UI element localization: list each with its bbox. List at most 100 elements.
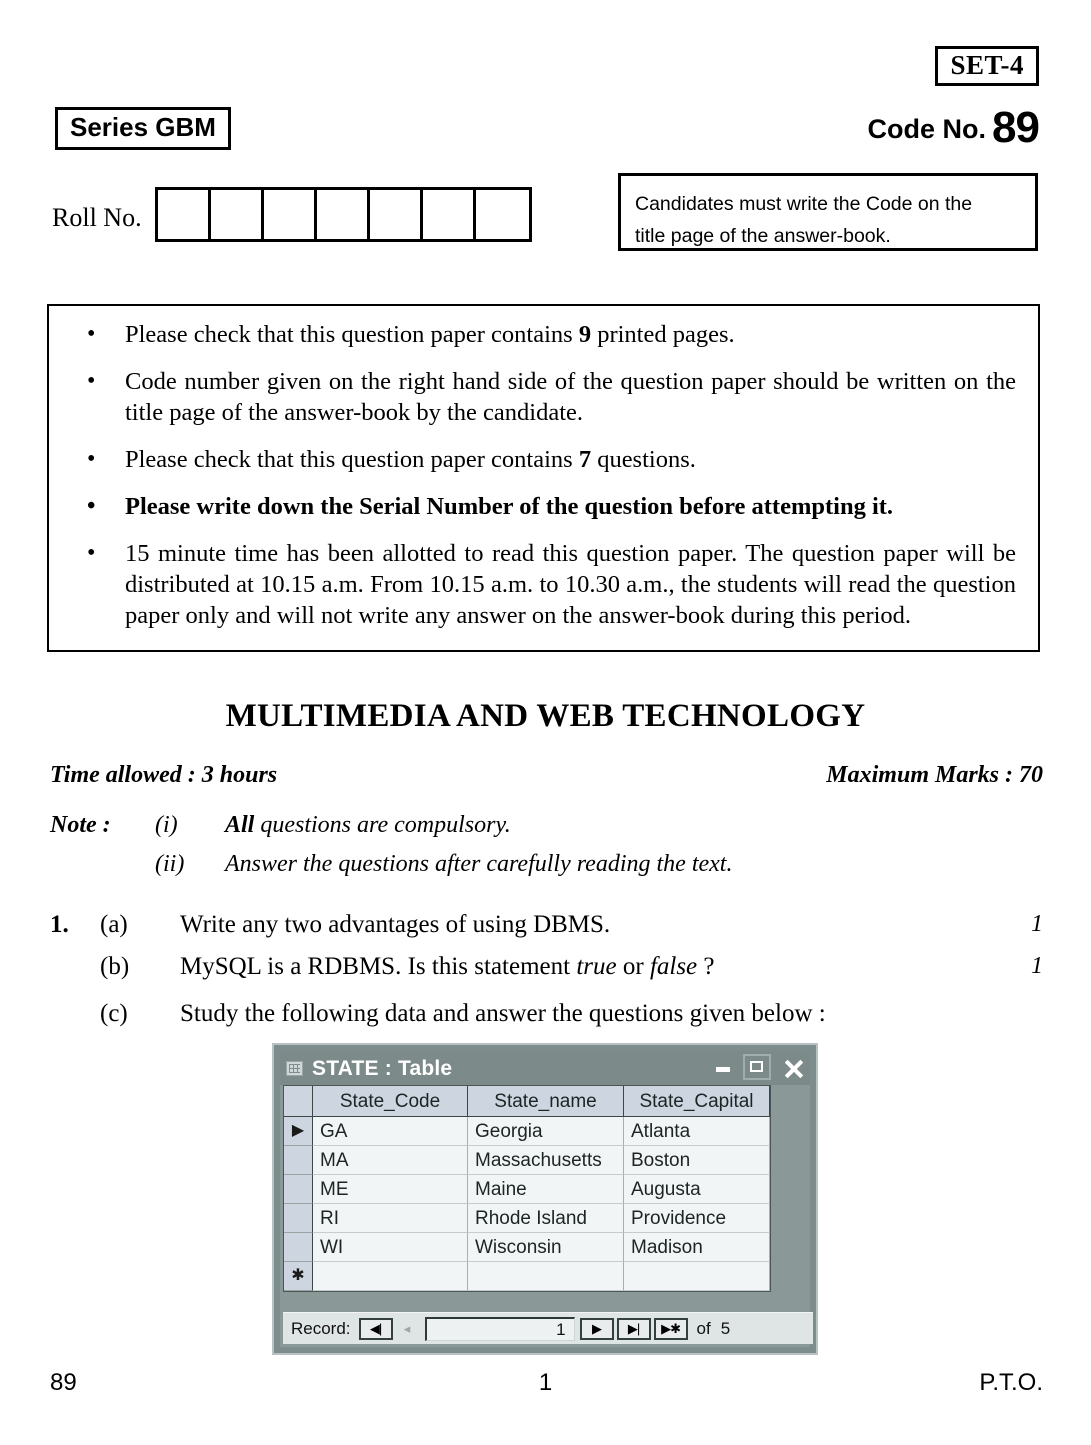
current-record-field[interactable]: 1 [424, 1316, 575, 1341]
maximum-marks: Maximum Marks : 70 [826, 762, 1043, 788]
question-part-b: (b) MySQL is a RDBMS. Is this statement … [100, 953, 940, 985]
last-record-button[interactable]: ▶| [616, 1317, 651, 1340]
table-cell[interactable]: Massachusetts [468, 1146, 624, 1175]
question-part-label: (c) [100, 1000, 128, 1027]
next-record-button[interactable]: ▶ [579, 1317, 614, 1340]
table-row[interactable]: WI Wisconsin Madison [284, 1233, 770, 1262]
table-row[interactable]: MA Massachusetts Boston [284, 1146, 770, 1175]
row-selector[interactable] [284, 1175, 313, 1204]
table-row[interactable]: ▶ GA Georgia Atlanta [284, 1117, 770, 1146]
row-selector-new-record[interactable]: ✱ [284, 1262, 313, 1291]
roll-no-grid[interactable] [155, 187, 532, 242]
row-selector[interactable] [284, 1146, 313, 1175]
roll-no-cell[interactable] [476, 190, 529, 239]
minimize-icon[interactable] [708, 1054, 736, 1080]
column-header-state-name[interactable]: State_name [468, 1086, 624, 1117]
instruction-text-pre: Code number given on the right hand side… [125, 367, 1016, 426]
previous-record-button[interactable]: ◂ [396, 1318, 418, 1340]
table-cell[interactable]: Georgia [468, 1117, 624, 1146]
bullet-icon: • [87, 367, 96, 394]
instruction-text-strong: 7 [578, 445, 592, 473]
time-allowed: Time allowed : 3 hours [50, 762, 278, 788]
code-no-value: 89 [992, 103, 1040, 152]
instruction-item: • Please check that this question paper c… [71, 320, 1016, 351]
question-part-text: Write any two advantages of using DBMS. [180, 911, 611, 938]
instruction-item: • Please check that this question paper c… [71, 445, 1016, 476]
row-selector-header[interactable] [284, 1086, 313, 1117]
q-b-post: ? [697, 953, 715, 980]
roll-no-cell[interactable] [317, 190, 370, 239]
restore-icon[interactable] [743, 1054, 771, 1080]
instruction-text-pre: Please check that this question paper co… [125, 445, 579, 473]
table-header-row: State_Code State_name State_Capital [284, 1086, 770, 1117]
table-cell[interactable]: Augusta [624, 1175, 770, 1204]
table-cell-empty[interactable] [313, 1262, 468, 1291]
instruction-item: • 15 minute time has been allotted to rea… [71, 539, 1016, 632]
table-grid-icon [286, 1060, 303, 1076]
table-cell[interactable]: ME [313, 1175, 468, 1204]
column-header-state-code[interactable]: State_Code [313, 1086, 468, 1117]
roll-no-cell[interactable] [370, 190, 423, 239]
note-text-rest: questions are compulsory. [254, 812, 511, 838]
table-cell[interactable]: Rhode Island [468, 1204, 624, 1233]
roll-no-label: Roll No. [52, 203, 142, 232]
table-row[interactable]: ME Maine Augusta [284, 1175, 770, 1204]
close-icon[interactable] [778, 1054, 806, 1080]
table-cell[interactable]: Atlanta [624, 1117, 770, 1146]
table-cell[interactable]: RI [313, 1204, 468, 1233]
roll-no-cell[interactable] [211, 190, 264, 239]
first-record-button[interactable]: ◀| [358, 1317, 393, 1340]
question-part-text: Study the following data and answer the … [180, 1000, 826, 1027]
table-cell[interactable]: Madison [624, 1233, 770, 1262]
page-title: MULTIMEDIA AND WEB TECHNOLOGY [225, 698, 866, 734]
code-no-block: Code No. 89 [868, 103, 1040, 152]
table-cell[interactable]: Wisconsin [468, 1233, 624, 1262]
series-label: Series GBM [70, 112, 216, 142]
question-part-label: (b) [100, 953, 130, 980]
row-selector-current[interactable]: ▶ [284, 1117, 313, 1146]
table-cell[interactable]: Maine [468, 1175, 624, 1204]
new-record-button[interactable]: ▶✱ [653, 1317, 688, 1340]
row-selector[interactable] [284, 1204, 313, 1233]
instruction-text-post: printed pages. [591, 321, 735, 348]
record-label: Record: [291, 1319, 351, 1338]
instruction-text-strong: 9 [578, 321, 592, 348]
question-part-c: (c) Study the following data and answer … [100, 1000, 960, 1032]
footer-page-number: 1 [538, 1369, 553, 1396]
instructions-box: • Please check that this question paper c… [47, 304, 1040, 652]
table-cell[interactable]: WI [313, 1233, 468, 1262]
record-navigator: Record: ◀| ◂ 1 ▶ ▶| ▶✱ of 5 [283, 1312, 813, 1344]
set-badge: SET-4 [935, 46, 1039, 87]
table-cell-empty[interactable] [468, 1262, 624, 1291]
access-table-window: STATE : Table State_Code State_name Stat… [272, 1043, 818, 1355]
row-selector[interactable] [284, 1233, 313, 1262]
question-part-text: MySQL is a RDBMS. Is this statement true… [180, 953, 715, 981]
roll-no-cell[interactable] [423, 190, 476, 239]
roll-no-cell[interactable] [158, 190, 211, 239]
candidate-code-notice: Candidates must write the Code on the ti… [618, 173, 1038, 251]
note-label: Note : [50, 812, 111, 838]
instruction-text-pre: Please check that this question paper co… [125, 321, 579, 348]
table-cell-empty[interactable] [624, 1262, 770, 1291]
candidate-notice-line-1: Candidates must write the Code on the [635, 193, 973, 215]
roll-no-cell[interactable] [264, 190, 317, 239]
set-label: SET-4 [950, 50, 1024, 80]
table-cell[interactable]: Boston [624, 1146, 770, 1175]
bullet-icon: • [87, 321, 96, 347]
question-marks-a: 1 [1031, 911, 1043, 937]
table-cell[interactable]: GA [313, 1117, 468, 1146]
access-window-inner: STATE : Table State_Code State_name Stat… [280, 1051, 813, 1347]
instructions-list: • Please check that this question paper c… [71, 320, 1016, 632]
note-item: (i) All questions are compulsory. [155, 812, 955, 842]
record-of-label: of [696, 1319, 711, 1338]
note-roman: (i) [155, 812, 178, 838]
table-cell[interactable]: Providence [624, 1204, 770, 1233]
table-row[interactable]: RI Rhode Island Providence [284, 1204, 770, 1233]
question-marks-b: 1 [1031, 953, 1043, 979]
record-total-count: 5 [720, 1319, 731, 1338]
table-new-row[interactable]: ✱ [284, 1262, 770, 1291]
access-title-bar[interactable]: STATE : Table [280, 1051, 810, 1085]
question-part-a: (a) Write any two advantages of using DB… [100, 911, 940, 943]
table-cell[interactable]: MA [313, 1146, 468, 1175]
column-header-state-capital[interactable]: State_Capital [624, 1086, 770, 1117]
